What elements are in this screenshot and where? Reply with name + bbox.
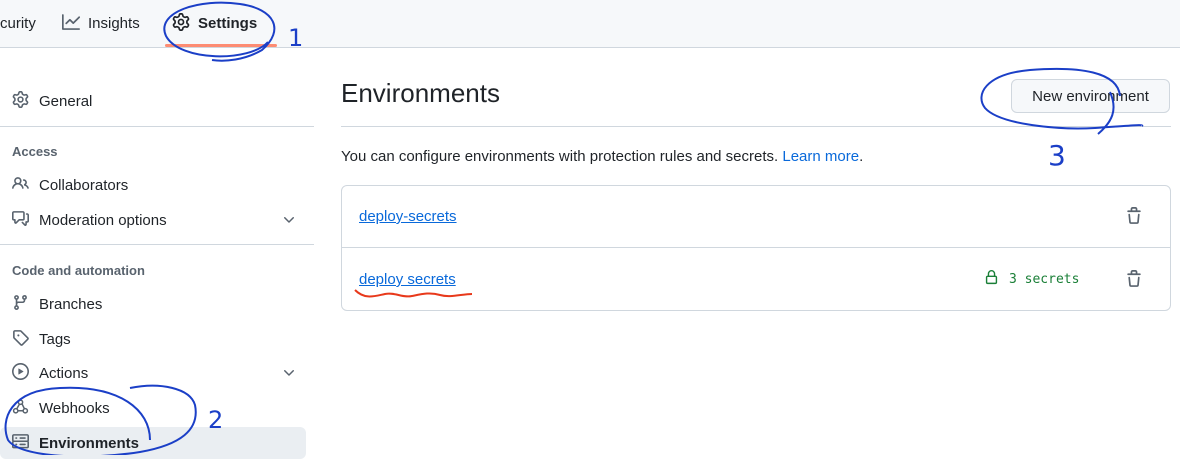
sidebar-item-general[interactable]: General (12, 85, 302, 117)
lock-icon (984, 270, 999, 289)
sidebar-item-label: Moderation options (39, 211, 167, 229)
sidebar-item-label: Collaborators (39, 176, 129, 194)
sidebar-item-branches[interactable]: Branches (12, 288, 302, 320)
sidebar-item-label: General (39, 92, 93, 110)
tab-settings-label: Settings (198, 15, 258, 32)
title-divider (341, 126, 1171, 127)
gear-icon (172, 12, 190, 35)
graph-icon (62, 13, 81, 35)
people-icon (12, 175, 29, 196)
sidebar-item-tags[interactable]: Tags (12, 323, 302, 355)
learn-more-link[interactable]: Learn more (782, 148, 859, 165)
environment-link[interactable]: deploy-secrets (359, 208, 457, 225)
trash-icon[interactable] (1125, 207, 1143, 230)
tab-security-label: curity (0, 15, 36, 32)
environments-description: You can configure environments with prot… (341, 148, 863, 165)
sidebar-item-webhooks[interactable]: Webhooks (12, 392, 302, 424)
sidebar-item-label: Branches (39, 295, 103, 313)
description-text: You can configure environments with prot… (341, 148, 779, 165)
row-divider (342, 247, 1170, 248)
chevron-down-icon[interactable] (281, 212, 297, 233)
secrets-count: 3 secrets (984, 270, 1079, 289)
environment-link[interactable]: deploy secrets (359, 271, 456, 288)
gear-icon (12, 90, 29, 112)
sidebar-item-label: Tags (39, 330, 71, 348)
sidebar-item-collaborators[interactable]: Collaborators (12, 169, 302, 201)
tag-icon (12, 329, 29, 350)
server-icon (11, 433, 30, 454)
sidebar-item-actions[interactable]: Actions (12, 357, 302, 389)
sidebar-item-label: Webhooks (39, 399, 110, 417)
page-title: Environments (341, 78, 500, 108)
tab-settings[interactable]: Settings (172, 0, 257, 47)
sidebar-item-label: Environments (39, 434, 140, 452)
comment-discussion-icon (12, 210, 29, 231)
secrets-count-label: 3 secrets (1009, 272, 1080, 287)
sidebar-divider (0, 126, 314, 127)
sidebar-heading-access: Access (12, 144, 58, 159)
trash-icon[interactable] (1125, 270, 1143, 293)
sidebar-item-environments[interactable]: Environments (0, 427, 306, 459)
description-suffix: . (859, 148, 864, 165)
tab-security[interactable]: curity (0, 0, 36, 47)
new-environment-button[interactable]: New environment (1011, 79, 1170, 113)
git-branch-icon (12, 294, 29, 315)
webhook-icon (12, 398, 29, 419)
active-tab-indicator (165, 44, 277, 47)
sidebar-divider (0, 244, 314, 245)
tab-insights[interactable]: Insights (62, 0, 140, 47)
chevron-down-icon[interactable] (281, 365, 297, 386)
play-icon (12, 362, 29, 384)
annotation-mark: 3 (1048, 139, 1066, 172)
sidebar-heading-code-automation: Code and automation (12, 263, 145, 278)
tab-insights-label: Insights (88, 15, 140, 32)
sidebar-item-label: Actions (39, 364, 89, 382)
environments-list (341, 185, 1171, 311)
sidebar-item-moderation-options[interactable]: Moderation options (12, 204, 302, 236)
